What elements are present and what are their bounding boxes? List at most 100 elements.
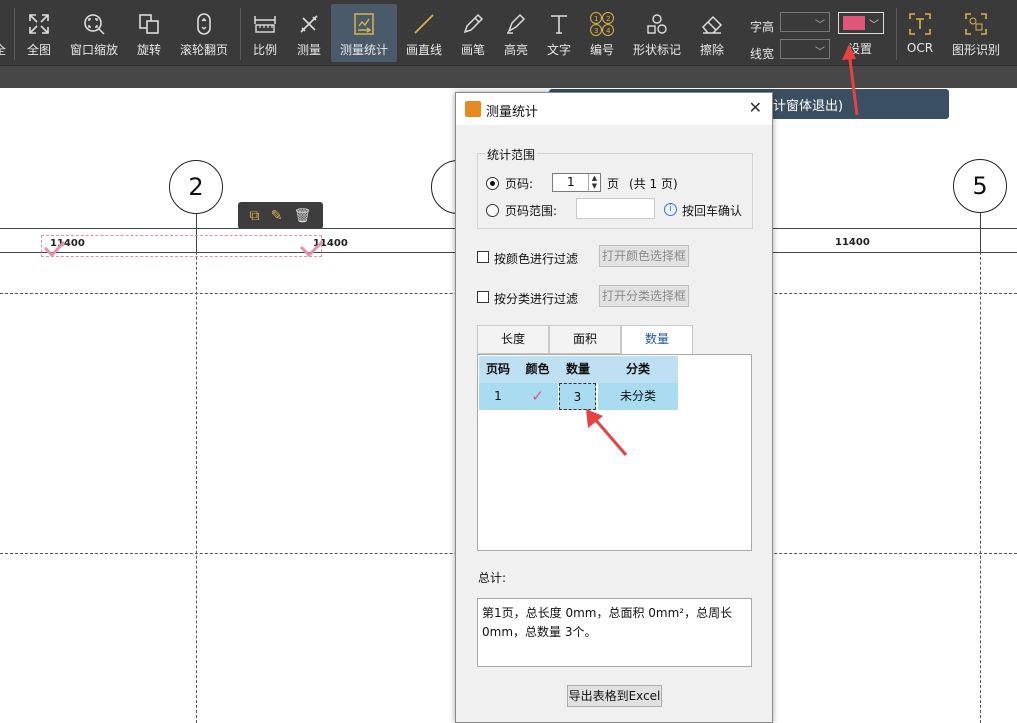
toolbar-cut-item[interactable]: 全 <box>0 4 6 62</box>
svg-text:2: 2 <box>606 15 610 23</box>
axis-line <box>196 212 197 723</box>
total-summary: 第1页，总长度 0mm，总面积 0mm²，总周长 0mm，总数量 3个。 <box>477 598 752 667</box>
toolbar-separator <box>14 8 15 60</box>
line-width-dropdown[interactable]: ﹀ <box>780 39 830 59</box>
measure-statistics-icon <box>351 10 377 38</box>
tab-count[interactable]: 数量 <box>621 325 693 355</box>
shape-recognition-icon <box>963 10 989 38</box>
page-value: 1 <box>567 175 575 189</box>
color-filter-checkbox[interactable] <box>477 251 489 263</box>
range-group-title: 统计范围 <box>485 146 538 163</box>
range-radio[interactable] <box>486 204 499 217</box>
axis-tick <box>980 212 981 252</box>
rotate-icon <box>136 10 162 38</box>
column-header-page[interactable]: 页码 <box>479 356 517 383</box>
export-excel-button[interactable]: 导出表格到Excel <box>567 685 662 707</box>
page-icon <box>0 10 13 38</box>
mouse-wheel-icon <box>191 10 217 38</box>
svg-text:1: 1 <box>594 15 598 23</box>
toolbar-measure[interactable]: 测量 <box>292 4 326 62</box>
page-total: (共 1 页) <box>629 177 678 191</box>
window-zoom-icon <box>81 10 107 38</box>
column-header-category[interactable]: 分类 <box>598 356 678 383</box>
toolbar-text[interactable]: 文字 <box>543 4 575 62</box>
column-header-color[interactable]: 颜色 <box>517 356 558 383</box>
toolbar-strip <box>0 66 1017 88</box>
numbering-icon: 1234 <box>589 10 615 38</box>
edit-pencil-icon[interactable]: ✎ <box>271 208 283 224</box>
svg-text:4: 4 <box>606 27 611 35</box>
chevron-down-icon: ﹀ <box>815 47 825 58</box>
highlighter-icon <box>503 10 529 38</box>
page-unit: 页 <box>607 177 620 191</box>
font-height-dropdown[interactable]: ﹀ <box>780 12 830 32</box>
tab-length[interactable]: 长度 <box>477 325 549 354</box>
toolbar-scale[interactable]: 比例 <box>248 4 282 62</box>
table-cell-page[interactable]: 1 <box>479 383 517 410</box>
toolbar-window-zoom[interactable]: 窗口缩放 <box>66 4 122 62</box>
toolbar-fit-all[interactable]: 全图 <box>20 4 58 62</box>
toolbar-separator <box>240 8 241 60</box>
measure-statistics-dialog: 测量统计 ✕ 统计范围 页码: 1 ▲ ▼ 页 (共 1 页) 页码范围: i 按… <box>455 92 773 723</box>
class-filter-label: 按分类进行过滤 <box>494 292 579 306</box>
ocr-icon <box>907 10 933 38</box>
shape-mark-icon <box>644 10 670 38</box>
selection-mini-toolbar: ⧉ ✎ 🗑 <box>238 202 323 229</box>
open-class-picker-button[interactable]: 打开分类选择框 <box>599 285 689 307</box>
pencil-icon <box>460 10 486 38</box>
toolbar-shape-mark[interactable]: 形状标记 <box>629 4 685 62</box>
toolbar-highlight[interactable]: 高亮 <box>500 4 532 62</box>
toolbar-draw-line[interactable]: 画直线 <box>404 4 444 62</box>
page-label: 页码: <box>505 177 534 191</box>
table-cell-count[interactable]: 3 <box>559 383 596 410</box>
axis-line <box>980 212 981 723</box>
page-spinner[interactable]: 1 ▲ ▼ <box>552 173 601 192</box>
toolbar-numbering[interactable]: 1234 编号 <box>586 4 618 62</box>
page-range-input[interactable] <box>576 198 655 219</box>
eraser-icon <box>699 10 725 38</box>
line-icon <box>411 10 437 38</box>
color-filter-label: 按颜色进行过滤 <box>494 252 579 266</box>
spinner-arrows-icon[interactable]: ▲ ▼ <box>588 174 600 191</box>
toolbar-settings[interactable]: 设置 <box>836 26 884 62</box>
checkmark-icon[interactable]: ✓ <box>517 383 558 410</box>
info-icon: i <box>664 203 677 216</box>
trash-icon[interactable]: 🗑 <box>294 208 312 224</box>
text-icon <box>546 10 572 38</box>
toolbar-pen[interactable]: 画笔 <box>457 4 489 62</box>
chevron-down-icon: ﹀ <box>815 20 825 31</box>
page-radio[interactable] <box>486 177 499 190</box>
toolbar-erase[interactable]: 擦除 <box>696 4 728 62</box>
stats-table: 页码 颜色 数量 分类 1 ✓ 3 未分类 <box>477 354 752 551</box>
copy-icon[interactable]: ⧉ <box>250 208 260 224</box>
dialog-title: 测量统计 <box>486 105 539 120</box>
dimension-text: 11400 <box>835 237 870 248</box>
selection-box[interactable] <box>41 235 322 257</box>
range-hint: 按回车确认 <box>682 204 743 218</box>
toolbar-separator <box>896 8 897 60</box>
measure-icon <box>296 10 322 38</box>
fit-all-icon <box>26 10 52 38</box>
tab-area[interactable]: 面积 <box>549 325 621 354</box>
line-width-label: 线宽 <box>750 47 775 61</box>
total-label: 总计: <box>478 571 507 585</box>
app-icon <box>465 101 481 117</box>
class-filter-checkbox[interactable] <box>477 291 489 303</box>
column-header-count[interactable]: 数量 <box>558 356 598 383</box>
scale-ruler-icon <box>252 10 278 38</box>
toolbar-rotate[interactable]: 旋转 <box>131 4 167 62</box>
toolbar-shape-recognition[interactable]: 图形识别 <box>950 4 1002 62</box>
toolbar-measure-statistics[interactable]: 测量统计 <box>331 4 397 62</box>
svg-text:3: 3 <box>594 27 598 35</box>
font-height-label: 字高 <box>750 20 775 34</box>
range-label: 页码范围: <box>505 204 558 218</box>
main-toolbar: 全 全图 窗口缩放 旋转 滚轮翻页 比例 测量 测量统计 画直线 画笔 高亮 文… <box>0 0 1017 66</box>
open-color-picker-button[interactable]: 打开颜色选择框 <box>599 245 689 267</box>
toolbar-wheel-page[interactable]: 滚轮翻页 <box>176 4 232 62</box>
table-cell-category[interactable]: 未分类 <box>598 383 678 410</box>
axis-label-2: 2 <box>169 160 223 214</box>
axis-label-5: 5 <box>953 159 1007 213</box>
close-icon[interactable]: ✕ <box>749 98 762 117</box>
dialog-title-bar[interactable]: 测量统计 ✕ <box>456 93 772 125</box>
toolbar-ocr[interactable]: OCR <box>903 4 937 62</box>
